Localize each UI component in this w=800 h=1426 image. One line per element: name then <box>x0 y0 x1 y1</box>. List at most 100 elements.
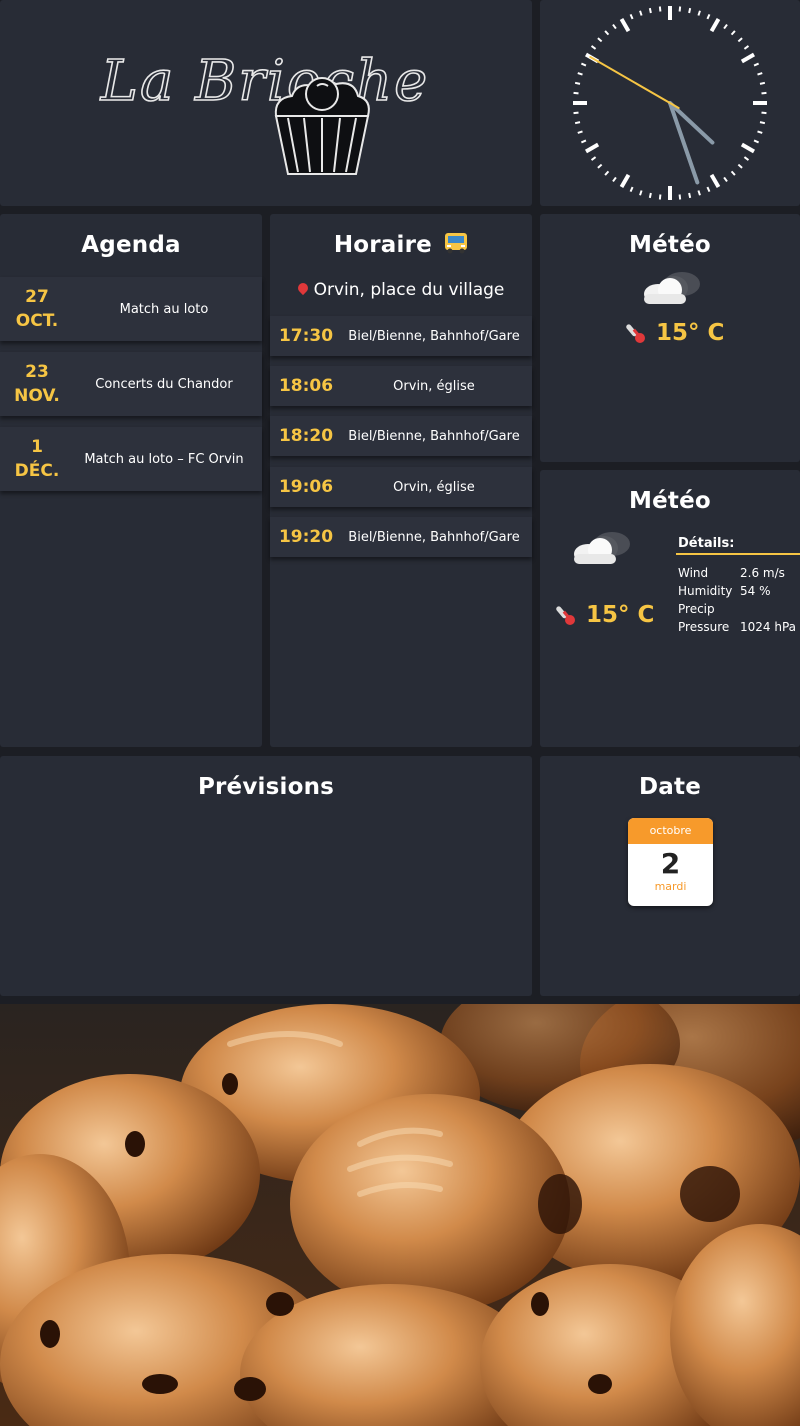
clock-minute-tick <box>597 37 603 43</box>
departure-row[interactable]: 18:20 Biel/Bienne, Bahnhof/Gare <box>270 416 532 456</box>
agenda-label: Match au loto – FC Orvin <box>84 451 244 467</box>
agenda-month: NOV. <box>14 386 60 406</box>
clock-minute-tick <box>759 121 766 125</box>
clock-minute-tick <box>688 192 692 199</box>
clock-minute-tick <box>753 62 760 67</box>
meteo-current-title: Météo <box>629 232 711 258</box>
clock-minute-tick <box>629 13 634 20</box>
date-panel: Date octobre 2 mardi <box>540 756 800 996</box>
clock-minute-tick <box>759 81 766 85</box>
brioche-photo-image <box>0 1004 800 1426</box>
details-row: Pressure 1024 hPa <box>678 620 796 638</box>
clock-minute-tick <box>577 130 583 134</box>
clock-minute-tick <box>757 72 763 76</box>
clock-minute-tick <box>590 156 597 161</box>
departure-row[interactable]: 17:30 Biel/Bienne, Bahnhof/Gare <box>270 316 532 356</box>
clock-minute-tick <box>761 91 767 95</box>
agenda-day: 27 <box>25 287 49 307</box>
clock-minute-tick <box>573 111 579 115</box>
clock-minute-tick <box>639 10 643 16</box>
clock-minute-tick <box>604 170 610 176</box>
clock-minute-tick <box>730 170 736 176</box>
details-value: 1024 hPa <box>740 620 797 634</box>
departure-destination: Orvin, église <box>393 479 475 495</box>
clock-minute-tick <box>743 156 750 161</box>
clock-minute-tick <box>580 62 587 67</box>
clock-minute-tick <box>590 45 597 50</box>
departure-row[interactable]: 19:20 Biel/Bienne, Bahnhof/Gare <box>270 517 532 557</box>
previsions-title: Prévisions <box>197 774 335 800</box>
horaire-title-text: Horaire <box>333 232 432 258</box>
details-key: Wind <box>678 566 709 580</box>
details-value: 2.6 m/s <box>740 566 785 580</box>
details-title: Détails: <box>678 536 735 551</box>
departure-time: 19:20 <box>278 527 334 547</box>
departure-destination: Biel/Bienne, Bahnhof/Gare <box>348 328 520 344</box>
clock-minute-tick <box>648 7 652 14</box>
agenda-date: 23 NOV. <box>0 360 74 408</box>
details-divider <box>676 553 800 555</box>
clock-minute-tick <box>597 163 603 169</box>
clock-minute-tick <box>678 194 682 200</box>
temperature-value: 15° C <box>586 602 655 628</box>
agenda-month: OCT. <box>15 311 59 331</box>
clock-hour-tick <box>740 142 756 154</box>
stop-label: Orvin, place du village <box>313 280 505 300</box>
logo-panel: La Brioche <box>0 0 532 206</box>
temperature-display: 15° C <box>626 320 724 346</box>
agenda-title: Agenda <box>81 232 181 258</box>
temperature-display: 15° C <box>556 602 654 628</box>
clock-minute-tick <box>658 194 662 200</box>
analog-clock <box>573 6 767 200</box>
clock-minute-tick <box>612 23 617 30</box>
temperature-value: 15° C <box>656 320 725 346</box>
agenda-item[interactable]: 23 NOV. Concerts du Chandor <box>0 352 262 416</box>
clock-hour-tick <box>619 17 631 33</box>
calendar-day: 2 <box>660 847 681 880</box>
clock-panel <box>540 0 800 206</box>
details-key: Pressure <box>678 620 730 634</box>
horaire-title: Horaire <box>270 232 532 258</box>
departure-row[interactable]: 18:06 Orvin, église <box>270 366 532 406</box>
cloudy-night-icon <box>644 272 700 304</box>
clock-minute-tick <box>577 72 583 76</box>
clock-minute-tick <box>574 81 581 85</box>
clock-minute-tick <box>737 163 743 169</box>
clock-second-hand <box>589 56 680 109</box>
departure-row[interactable]: 19:06 Orvin, église <box>270 467 532 507</box>
clock-minute-tick <box>580 139 587 144</box>
clock-hour-tick <box>619 173 631 189</box>
logo-text: La Brioche <box>100 49 430 114</box>
departure-time: 17:30 <box>278 326 334 346</box>
departure-time: 18:06 <box>278 376 334 396</box>
details-value: 54 % <box>740 584 771 598</box>
clock-hour-tick <box>709 17 721 33</box>
agenda-month: DÉC. <box>14 461 60 481</box>
clock-minute-tick <box>723 23 728 30</box>
departure-destination: Biel/Bienne, Bahnhof/Gare <box>348 529 520 545</box>
calendar-icon: octobre 2 mardi <box>628 818 713 906</box>
brioche-photo <box>0 1004 800 1426</box>
brioche-logo: La Brioche <box>99 48 430 175</box>
agenda-day: 1 <box>31 437 43 457</box>
details-row: Wind 2.6 m/s <box>678 566 796 584</box>
details-table: Wind 2.6 m/s Humidity 54 % Precip Pressu… <box>678 566 796 638</box>
clock-minute-tick <box>706 186 711 193</box>
agenda-date: 1 DÉC. <box>0 435 74 483</box>
clock-minute-tick <box>743 45 750 50</box>
departure-destination: Orvin, église <box>393 378 475 394</box>
clock-minute-tick <box>573 91 579 95</box>
meteo-current-panel: Météo 15° C <box>540 214 800 462</box>
clock-minute-tick <box>723 176 728 183</box>
meteo-details-panel: Météo 15° C Détails: Wind 2.6 m/s Humidi… <box>540 470 800 747</box>
agenda-item[interactable]: 27 OCT. Match au loto <box>0 277 262 341</box>
departure-time: 19:06 <box>278 477 334 497</box>
previsions-panel: Prévisions <box>0 756 532 996</box>
clock-minute-tick <box>730 30 736 36</box>
agenda-date: 27 OCT. <box>0 285 74 333</box>
cloudy-night-icon <box>574 532 630 564</box>
agenda-item[interactable]: 1 DÉC. Match au loto – FC Orvin <box>0 427 262 491</box>
clock-minute-tick <box>639 190 643 196</box>
departure-time: 18:20 <box>278 426 334 446</box>
clock-minute-tick <box>678 6 682 12</box>
